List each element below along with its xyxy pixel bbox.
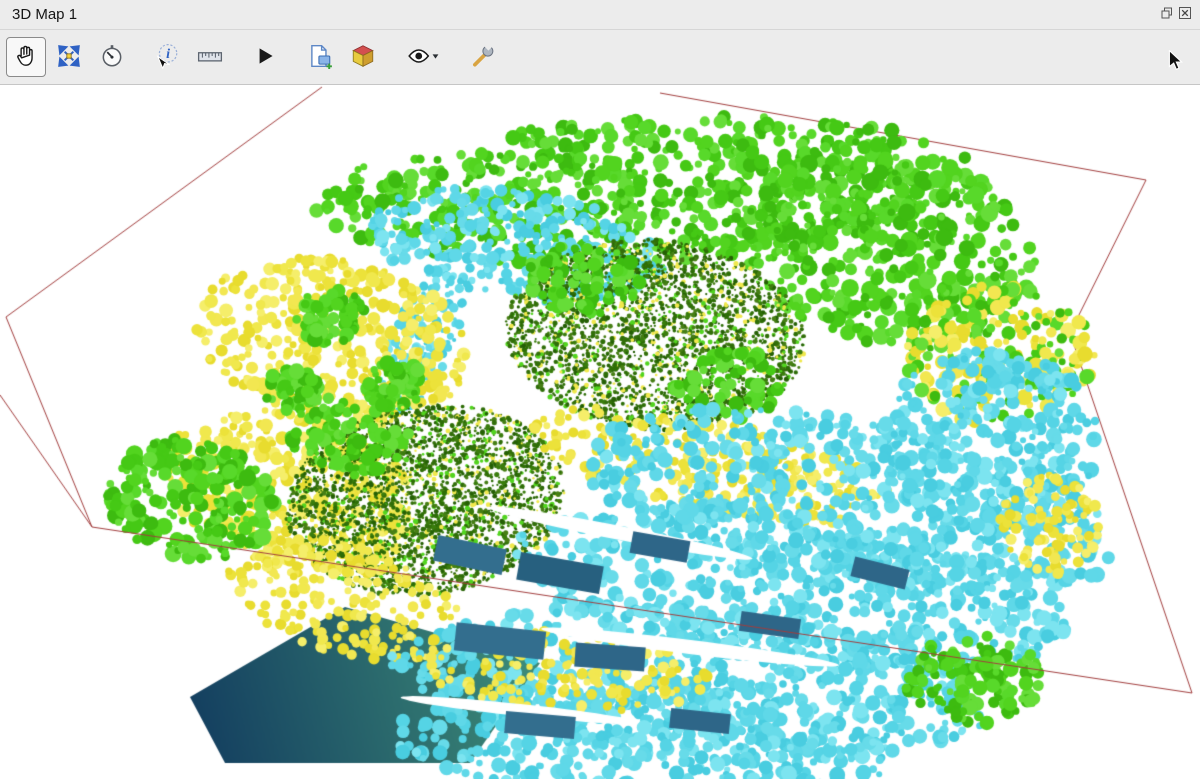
close-window-button[interactable] <box>1178 8 1192 22</box>
zoom-full-icon <box>56 43 82 72</box>
eye-icon <box>406 43 440 72</box>
export-scene-button[interactable] <box>343 37 383 77</box>
3d-map-window: 3D Map 1 <box>0 0 1200 779</box>
titlebar[interactable]: 3D Map 1 <box>0 0 1200 30</box>
camera-rotation-button[interactable] <box>92 37 132 77</box>
mouse-cursor <box>1168 50 1184 72</box>
save-image-icon <box>307 43 333 72</box>
toolbar: i <box>0 30 1200 85</box>
window-controls <box>1160 8 1192 22</box>
configure-button[interactable] <box>463 37 503 77</box>
map-viewport <box>0 85 1200 779</box>
pan-tool-button[interactable] <box>6 37 46 77</box>
zoom-full-button[interactable] <box>49 37 89 77</box>
wrench-icon <box>470 43 496 72</box>
measure-line-button[interactable] <box>190 37 230 77</box>
close-icon <box>1179 7 1191 22</box>
svg-text:i: i <box>166 46 170 62</box>
identify-button[interactable]: i <box>147 37 187 77</box>
play-icon <box>252 43 278 72</box>
float-window-button[interactable] <box>1160 8 1174 22</box>
hand-icon <box>13 43 39 72</box>
ruler-icon <box>197 43 223 72</box>
save-image-button[interactable] <box>300 37 340 77</box>
identify-icon: i <box>154 43 180 72</box>
animation-button[interactable] <box>245 37 285 77</box>
float-icon <box>1161 7 1173 22</box>
effects-dropdown-button[interactable] <box>398 37 448 77</box>
cube-icon <box>350 43 376 72</box>
window-title: 3D Map 1 <box>12 6 1160 23</box>
map-canvas[interactable] <box>0 85 1200 779</box>
compass-icon <box>99 43 125 72</box>
